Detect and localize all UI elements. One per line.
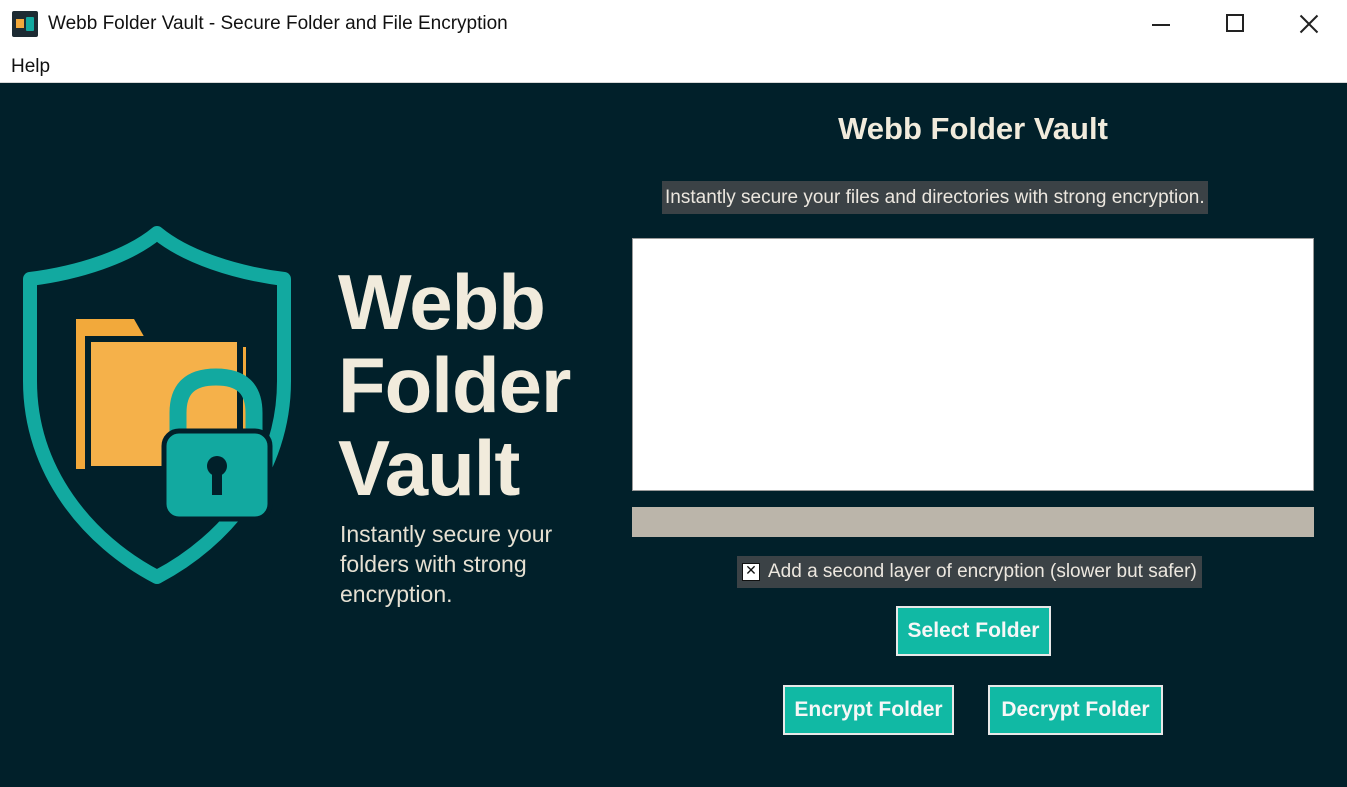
decrypt-folder-button[interactable]: Decrypt Folder — [988, 685, 1163, 735]
second-layer-label: Add a second layer of encryption (slower… — [768, 561, 1197, 582]
title-bar: Webb Folder Vault - Secure Folder and Fi… — [0, 0, 1347, 48]
menu-item-help[interactable]: Help — [11, 56, 50, 78]
minimize-icon[interactable] — [1126, 0, 1196, 48]
panel-title: Webb Folder Vault — [838, 111, 1108, 146]
select-folder-button[interactable]: Select Folder — [896, 606, 1051, 656]
menu-bar: Help — [0, 48, 1347, 83]
encrypt-folder-button[interactable]: Encrypt Folder — [783, 685, 954, 735]
app-icon[interactable] — [12, 11, 38, 37]
progress-bar — [632, 507, 1314, 537]
second-layer-option[interactable]: Add a second layer of encryption (slower… — [737, 556, 1202, 588]
brand-name: Webb Folder Vault — [338, 258, 571, 512]
panel-subtitle: Instantly secure your files and director… — [662, 181, 1208, 214]
shield-folder-lock-icon — [23, 226, 291, 584]
window-title: Webb Folder Vault - Secure Folder and Fi… — [48, 13, 508, 34]
brand-tagline: Instantly secure your folders with stron… — [340, 521, 553, 607]
maximize-icon[interactable] — [1199, 0, 1269, 48]
app-window: Webb Folder Vault Instantly secure your … — [0, 83, 1347, 787]
close-icon[interactable] — [1273, 0, 1343, 48]
log-text-area[interactable] — [632, 238, 1314, 491]
second-layer-checkbox[interactable] — [742, 562, 760, 581]
